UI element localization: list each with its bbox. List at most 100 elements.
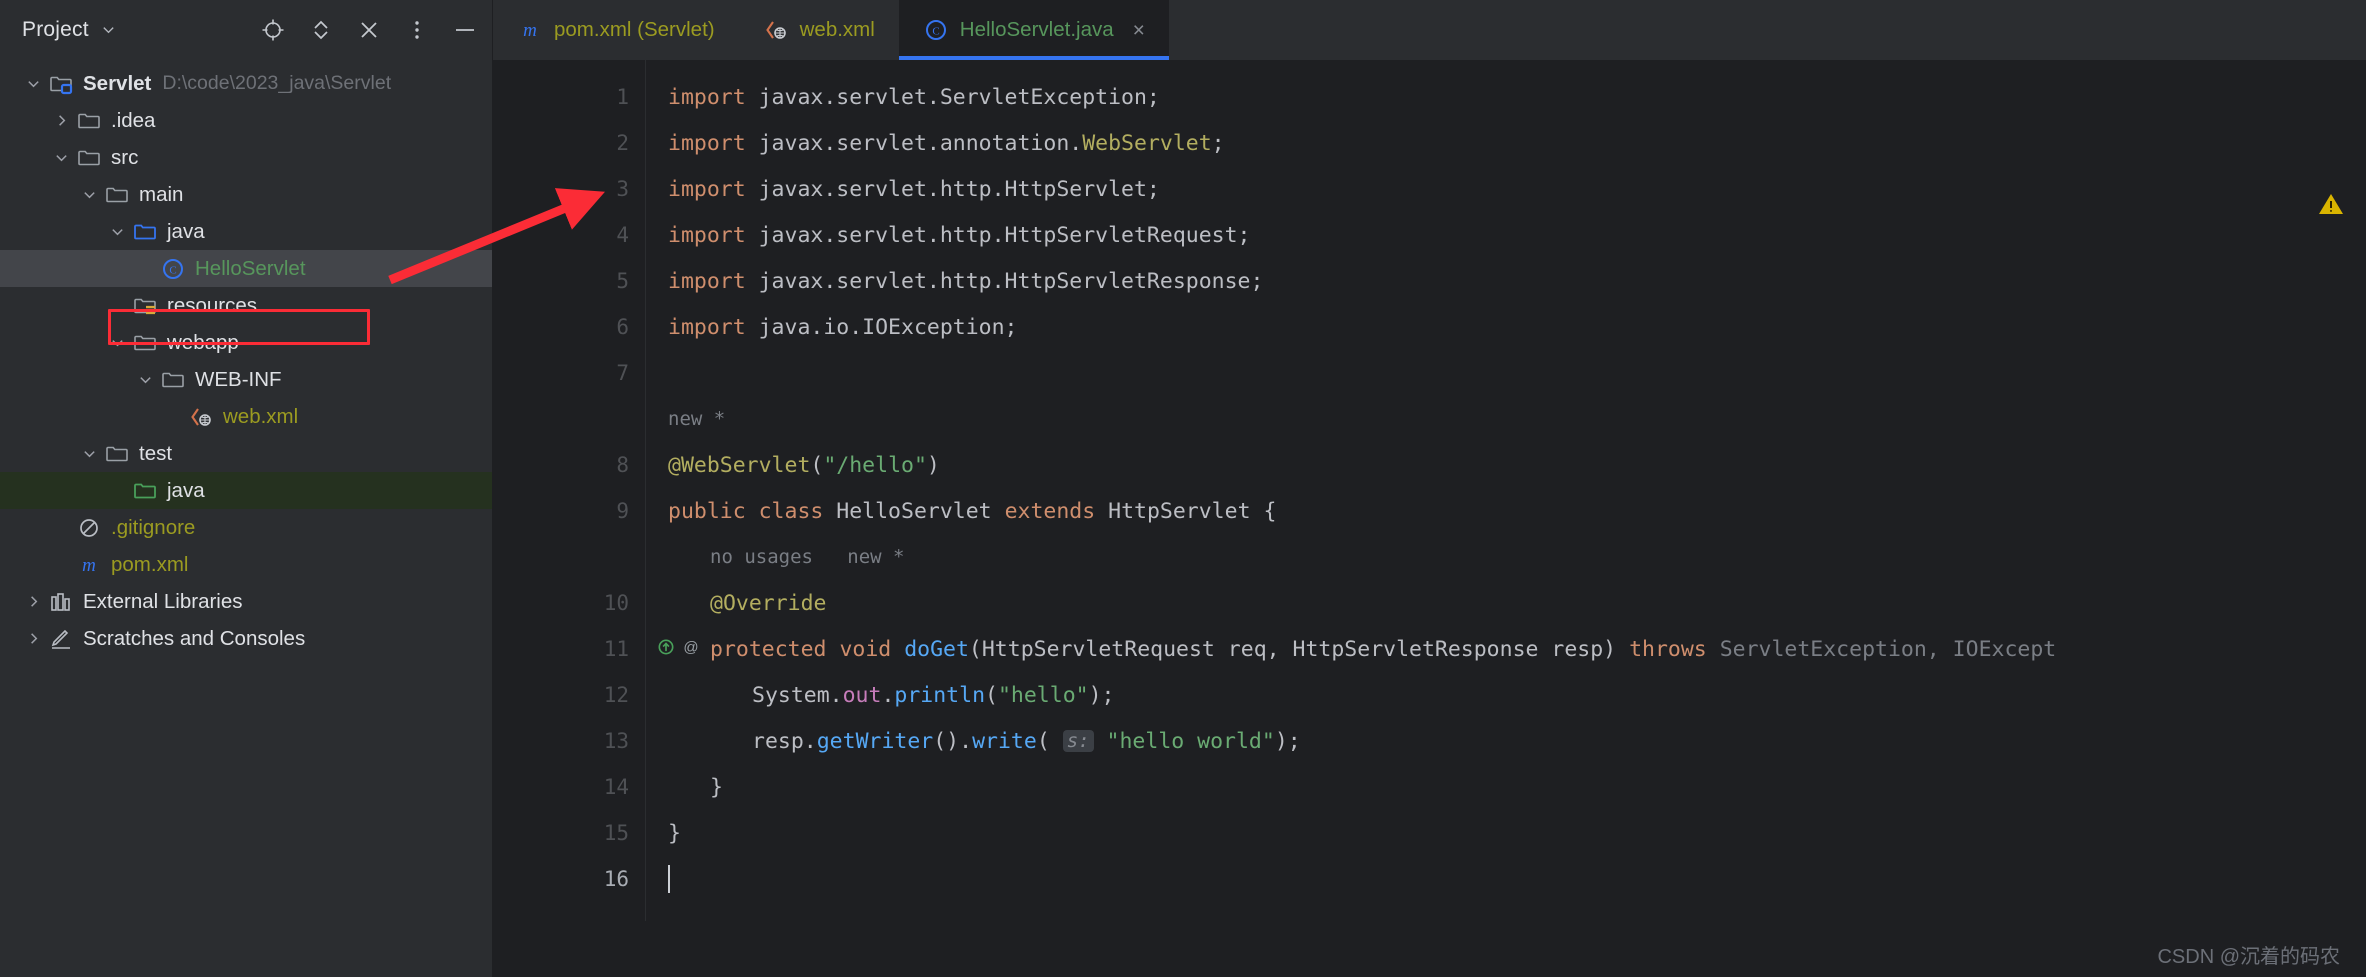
tree-item-path: D:\code\2023_java\Servlet	[162, 72, 392, 94]
gitignore-icon	[76, 515, 102, 541]
chevron-down-icon[interactable]	[106, 221, 128, 243]
folder-icon	[76, 108, 102, 134]
close-icon[interactable]	[356, 17, 382, 43]
tree-item--gitignore[interactable]: .gitignore	[0, 509, 492, 546]
code-line: @Override	[646, 580, 2366, 626]
tree-item-java[interactable]: java	[0, 472, 492, 509]
chevron-down-icon[interactable]	[78, 443, 100, 465]
line-number-text: 6	[616, 315, 629, 339]
tree-item-test[interactable]: test	[0, 435, 492, 472]
code-line: }	[646, 810, 2366, 856]
more-options-icon[interactable]	[404, 17, 430, 43]
resources-folder-icon	[132, 293, 158, 319]
text-caret	[668, 865, 670, 893]
tree-item-label: WEB-INF	[195, 367, 282, 391]
code-token: WebServlet	[1082, 130, 1212, 156]
editor-tab-bar[interactable]: m pom.xml (Servlet) web.xml C HelloServlet.j…	[493, 0, 2366, 60]
locate-icon[interactable]	[260, 17, 286, 43]
tree-item-pom-xml[interactable]: m pom.xml	[0, 546, 492, 583]
line-number: 13	[493, 718, 645, 764]
code-token: );	[1274, 728, 1301, 754]
folder-icon	[132, 330, 158, 356]
line-number: 7	[493, 350, 645, 396]
code-token: (	[985, 682, 998, 708]
svg-text:C: C	[169, 264, 176, 276]
tree-item-label: External Libraries	[83, 589, 243, 613]
code-token: ;	[1211, 130, 1225, 156]
editor-tab-pom-xml--servlet-[interactable]: m pom.xml (Servlet)	[493, 0, 739, 60]
line-number-text: 9	[616, 499, 629, 523]
module-folder-icon	[48, 71, 74, 97]
folder-icon	[104, 441, 130, 467]
code-token: throws	[1629, 636, 1720, 662]
tree-item-label: resources	[167, 293, 258, 317]
editor-code-content[interactable]: import javax.servlet.ServletException; im…	[645, 60, 2366, 977]
code-token: javax.servlet.annotation.	[758, 130, 1083, 156]
tree-item-scratches-and-consoles[interactable]: Scratches and Consoles	[0, 620, 492, 657]
line-number-text: 10	[603, 591, 629, 615]
code-token: }	[710, 774, 723, 800]
warning-triangle-icon[interactable]	[2318, 192, 2344, 221]
tree-item-resources[interactable]: resources	[0, 287, 492, 324]
code-token: println	[894, 682, 986, 708]
line-number: 10	[493, 580, 645, 626]
editor-tab-helloservlet-java[interactable]: C HelloServlet.java ×	[898, 0, 1169, 60]
line-number-text: 14	[603, 775, 629, 799]
chevron-right-icon[interactable]	[22, 628, 44, 650]
tree-item-label: .gitignore	[111, 515, 196, 539]
tree-item-external-libraries[interactable]: External Libraries	[0, 583, 492, 620]
editor-tab-label: pom.xml (Servlet)	[554, 18, 715, 41]
test-root-folder-icon	[132, 478, 158, 504]
project-tree[interactable]: Servlet D:\code\2023_java\Servlet .idea src…	[0, 60, 492, 657]
code-line: import java.io.IOException;	[646, 304, 2366, 350]
tree-item-label: java	[167, 478, 205, 502]
tree-item-webapp[interactable]: webapp	[0, 324, 492, 361]
tree-item-servlet[interactable]: Servlet D:\code\2023_java\Servlet	[0, 65, 492, 102]
tree-item-label: Servlet	[83, 71, 152, 95]
folder-icon	[160, 367, 186, 393]
tree-item-main[interactable]: main	[0, 176, 492, 213]
code-token: no usages new *	[710, 546, 905, 568]
line-number: 8	[493, 442, 645, 488]
line-number-text: 12	[603, 683, 629, 707]
code-token: write	[972, 728, 1037, 754]
library-icon	[48, 589, 74, 615]
code-vision-hint: no usages new *	[646, 534, 2366, 580]
code-token: import	[668, 222, 759, 248]
tree-item--idea[interactable]: .idea	[0, 102, 492, 139]
expand-collapse-icon[interactable]	[308, 17, 334, 43]
line-number-text: 13	[603, 729, 629, 753]
chevron-down-icon[interactable]	[50, 147, 72, 169]
code-token: @WebServlet	[668, 452, 811, 478]
code-token: import	[668, 268, 759, 294]
tree-item-label: pom.xml	[111, 552, 189, 576]
code-token: System.	[752, 682, 843, 708]
code-line: System. out. println("hello");	[646, 672, 2366, 718]
minimize-icon[interactable]	[452, 17, 478, 43]
xml-file-icon	[188, 404, 214, 430]
code-editor[interactable]: 1 2 3 4 5 6 7 8 9 10 11 @12 13 14 15 16 import javax.se…	[493, 60, 2366, 977]
tree-item-web-inf[interactable]: WEB-INF	[0, 361, 492, 398]
gutter-spacer	[493, 534, 645, 580]
editor-analysis-stripe[interactable]	[2319, 120, 2366, 977]
tree-item-web-xml[interactable]: web.xml	[0, 398, 492, 435]
chevron-down-icon[interactable]	[78, 184, 100, 206]
tree-item-helloservlet[interactable]: C HelloServlet	[0, 250, 492, 287]
code-line: import javax.servlet.ServletException;	[646, 74, 2366, 120]
tab-close-icon[interactable]: ×	[1133, 20, 1145, 41]
editor-tab-web-xml[interactable]: web.xml	[739, 0, 899, 60]
chevron-down-icon[interactable]	[101, 22, 116, 41]
chevron-down-icon[interactable]	[134, 369, 156, 391]
code-token: getWriter	[816, 728, 934, 754]
chevron-down-icon[interactable]	[106, 332, 128, 354]
code-token: import	[668, 130, 759, 156]
chevron-right-icon[interactable]	[50, 110, 72, 132]
code-token: void	[839, 636, 905, 662]
editor-gutter[interactable]: 1 2 3 4 5 6 7 8 9 10 11 @12 13 14 15 16	[493, 60, 699, 977]
tree-item-java[interactable]: java	[0, 213, 492, 250]
chevron-right-icon[interactable]	[22, 591, 44, 613]
tree-item-src[interactable]: src	[0, 139, 492, 176]
tree-item-label: main	[139, 182, 184, 206]
chevron-down-icon[interactable]	[22, 73, 44, 95]
